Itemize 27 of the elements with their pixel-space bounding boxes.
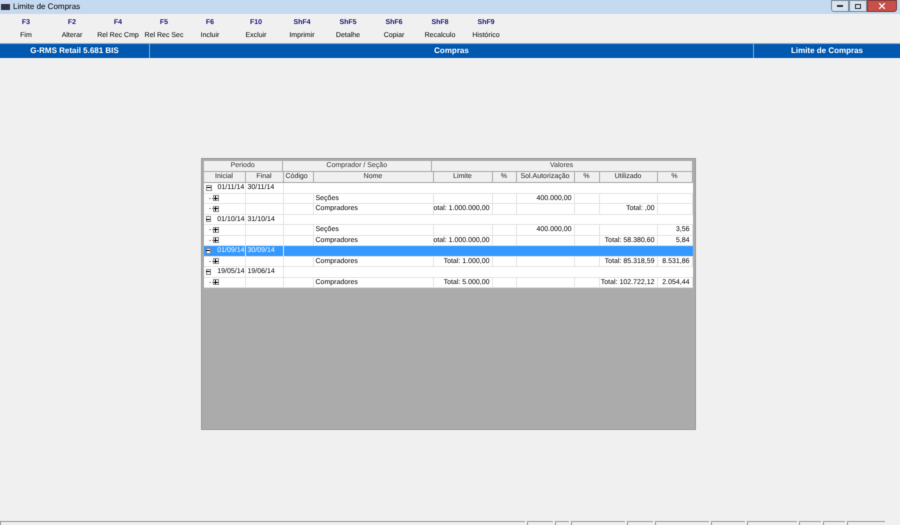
- product-label: G-RMS Retail 5.681 BIS: [0, 44, 150, 58]
- collapse-icon[interactable]: [206, 268, 212, 275]
- status-panel: [799, 521, 821, 525]
- empty-cell: [516, 278, 574, 288]
- close-icon: [879, 3, 885, 9]
- screen-label: Limite de Compras: [790, 45, 864, 57]
- collapse-icon[interactable]: [206, 184, 212, 191]
- collapse-icon[interactable]: [206, 216, 212, 222]
- close-button[interactable]: [867, 0, 897, 12]
- expand-icon[interactable]: [212, 279, 218, 286]
- minimize-button[interactable]: [831, 0, 849, 12]
- app-icon: [1, 4, 10, 10]
- status-panel: [527, 521, 553, 525]
- module-label: Compras: [150, 44, 754, 58]
- status-panel: [571, 521, 625, 525]
- status-panel: [655, 521, 709, 525]
- status-panel: [747, 521, 797, 525]
- status-panel: [711, 521, 745, 525]
- expand-icon[interactable]: [212, 258, 218, 264]
- empty-cell: [658, 194, 692, 204]
- status-panel: [823, 521, 845, 525]
- maximize-button[interactable]: [849, 0, 867, 12]
- status-panel: [555, 521, 569, 525]
- status-panel: [847, 521, 885, 525]
- status-panel: [627, 521, 653, 525]
- collapse-icon[interactable]: [206, 248, 212, 254]
- window-title: Limite de Compras: [13, 1, 80, 13]
